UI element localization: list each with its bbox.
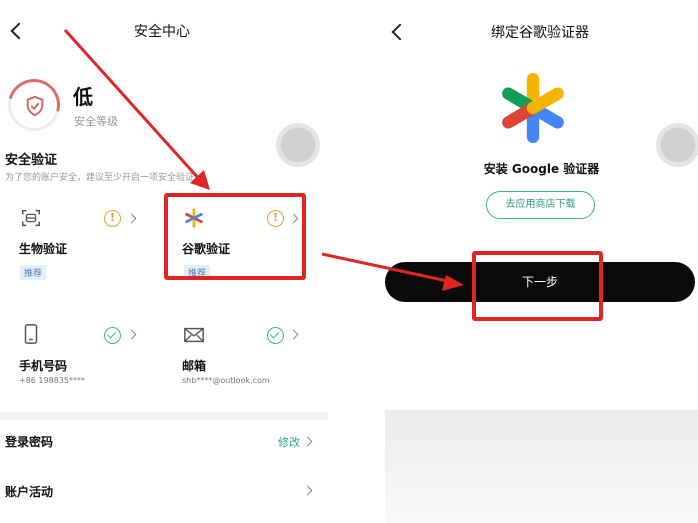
annotation-arrows: [63, 28, 464, 291]
pointer-arrow-to-google-card: [63, 28, 202, 182]
arrowhead-icon: [442, 275, 464, 291]
pointer-arrow-to-next-button: [321, 252, 453, 284]
